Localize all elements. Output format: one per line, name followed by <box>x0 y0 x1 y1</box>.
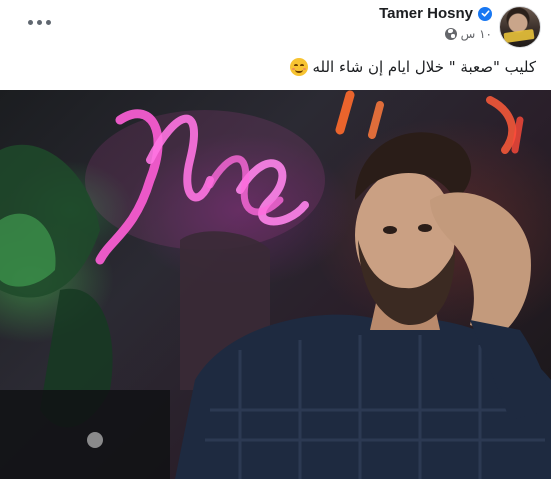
post-meta: ١٠ س <box>444 27 492 41</box>
facebook-post: Tamer Hosny ١٠ س كليب "صعبة " خلال ايام … <box>0 0 551 479</box>
more-dot <box>36 19 42 25</box>
more-dot <box>27 19 33 25</box>
post-text-content: كليب "صعبة " خلال ايام إن شاء الله <box>312 58 536 76</box>
verified-badge-icon <box>478 6 492 21</box>
post-header-author: Tamer Hosny <box>379 5 492 22</box>
post-text: كليب "صعبة " خلال ايام إن شاء الله <box>290 58 536 76</box>
post-timestamp[interactable]: ١٠ س <box>461 27 492 41</box>
globe-icon[interactable] <box>444 28 457 40</box>
photo-scene <box>0 90 551 479</box>
post-photo[interactable] <box>0 90 551 479</box>
more-dot <box>45 19 51 25</box>
author-name-link[interactable]: Tamer Hosny <box>379 5 473 22</box>
avatar[interactable] <box>499 6 541 48</box>
avatar-graphic <box>503 28 535 44</box>
more-options-button[interactable] <box>21 8 57 36</box>
smiling-face-emoji-icon <box>290 58 309 76</box>
